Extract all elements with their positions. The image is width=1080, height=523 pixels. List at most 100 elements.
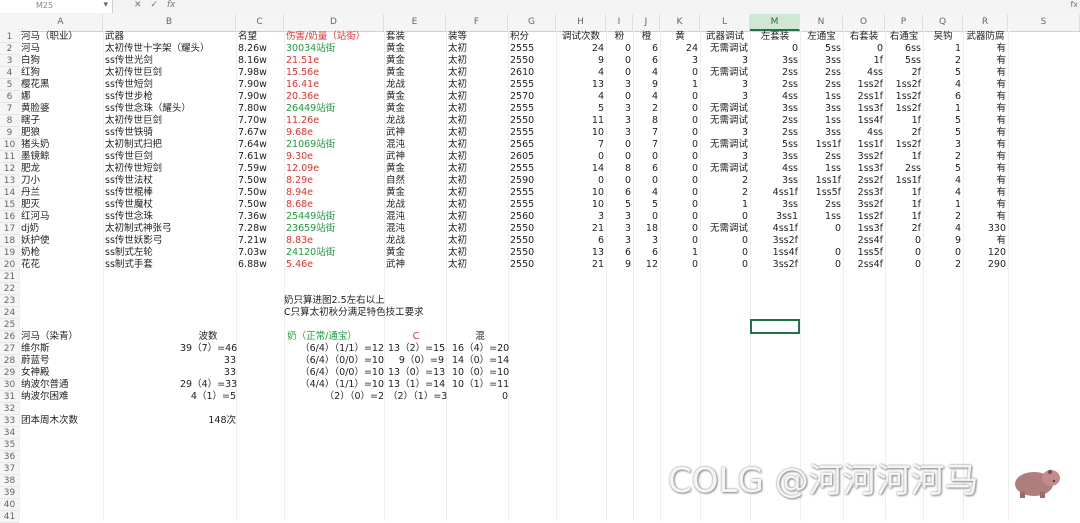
column-header-b[interactable]: B — [103, 14, 236, 31]
active-cell-selection[interactable] — [750, 319, 800, 334]
row-header[interactable]: 41 — [0, 511, 19, 523]
row-header[interactable]: 26 — [0, 331, 19, 343]
table-cell: 4ss — [867, 67, 883, 78]
name-box[interactable]: M25 ▾ — [0, 0, 113, 13]
table-cell: 9 — [624, 259, 631, 270]
row-header[interactable]: 14 — [0, 187, 19, 199]
table-cell: 河马 — [21, 43, 41, 54]
table-cell: 0 — [834, 259, 841, 270]
table-cell: 太初 — [448, 175, 468, 186]
table-cell: 自然 — [386, 175, 406, 186]
column-header-j[interactable]: J — [633, 14, 660, 31]
row-header[interactable]: 30 — [0, 379, 19, 391]
table-cell: 太初 — [448, 223, 468, 234]
row-header[interactable]: 35 — [0, 439, 19, 451]
row-header[interactable]: 13 — [0, 175, 19, 187]
table2-cell: （2）（1）=3 — [388, 391, 448, 402]
row-header[interactable]: 8 — [0, 115, 19, 127]
column-header-l[interactable]: L — [700, 14, 750, 31]
row-header[interactable]: 34 — [0, 427, 19, 439]
table-cell: 积分 — [510, 31, 530, 42]
table-cell: 4 — [954, 175, 961, 186]
table-cell: 太初 — [448, 127, 468, 138]
row-header[interactable]: 4 — [0, 67, 19, 79]
table-cell: 2610 — [510, 67, 535, 78]
confirm-icon[interactable]: ✓ — [150, 0, 158, 10]
row-header[interactable]: 39 — [0, 487, 19, 499]
column-header-r[interactable]: R — [963, 14, 1008, 31]
column-header-a[interactable]: A — [19, 14, 103, 31]
table-cell: 2ss — [825, 199, 841, 210]
table-cell: 0 — [741, 247, 748, 258]
column-header-k[interactable]: K — [660, 14, 700, 31]
row-header[interactable]: 2 — [0, 43, 19, 55]
table-cell: 7.50w — [238, 199, 267, 210]
table-cell: 7.90w — [238, 91, 267, 102]
table-cell: 2555 — [510, 163, 535, 174]
row-header[interactable]: 5 — [0, 79, 19, 91]
row-header[interactable]: 12 — [0, 163, 19, 175]
grid-line — [19, 31, 20, 521]
cancel-icon[interactable]: ✕ — [134, 0, 142, 10]
table-cell: 7.90w — [238, 79, 267, 90]
row-header[interactable]: 37 — [0, 463, 19, 475]
row-header[interactable]: 9 — [0, 127, 19, 139]
column-header-e[interactable]: E — [384, 14, 446, 31]
row-header[interactable]: 3 — [0, 55, 19, 67]
row-header[interactable]: 18 — [0, 235, 19, 247]
chevron-down-icon[interactable]: ▾ — [103, 0, 108, 10]
row-header[interactable]: 24 — [0, 307, 19, 319]
column-header-n[interactable]: N — [800, 14, 843, 31]
row-header[interactable]: 28 — [0, 355, 19, 367]
grid-line — [800, 31, 801, 521]
table-cell: 2ss — [825, 79, 841, 90]
table-cell: 0 — [834, 223, 841, 234]
row-header[interactable]: 15 — [0, 199, 19, 211]
row-header[interactable]: 25 — [0, 319, 19, 331]
row-header[interactable]: 36 — [0, 451, 19, 463]
column-header-o[interactable]: O — [843, 14, 885, 31]
column-header-m[interactable]: M — [750, 14, 800, 31]
row-header[interactable]: 10 — [0, 139, 19, 151]
row-header[interactable]: 38 — [0, 475, 19, 487]
table-cell: ss传世棍棒 — [105, 187, 153, 198]
column-header-c[interactable]: C — [236, 14, 284, 31]
row-header[interactable]: 6 — [0, 91, 19, 103]
row-header[interactable]: 32 — [0, 403, 19, 415]
row-header[interactable]: 11 — [0, 151, 19, 163]
row-header[interactable]: 31 — [0, 391, 19, 403]
row-header[interactable]: 23 — [0, 295, 19, 307]
row-header[interactable]: 40 — [0, 499, 19, 511]
table-cell: 1ss4f — [857, 115, 883, 126]
table-cell: 1 — [741, 199, 748, 210]
table-cell: 混沌 — [386, 211, 406, 222]
row-header[interactable]: 22 — [0, 283, 19, 295]
row-header[interactable]: 27 — [0, 343, 19, 355]
table-cell: 丹兰 — [21, 187, 41, 198]
column-header-h[interactable]: H — [556, 14, 606, 31]
fx-icon[interactable]: fx — [167, 0, 176, 10]
column-header-f[interactable]: F — [446, 14, 508, 31]
row-header[interactable]: 19 — [0, 247, 19, 259]
table-cell: 5 — [651, 199, 658, 210]
table-cell: 墨镜鲸 — [21, 151, 50, 162]
row-header[interactable]: 21 — [0, 271, 19, 283]
column-header-s[interactable]: S — [1008, 14, 1080, 31]
column-header-i[interactable]: I — [606, 14, 633, 31]
row-header[interactable]: 29 — [0, 367, 19, 379]
row-header[interactable]: 33 — [0, 415, 19, 427]
column-header-q[interactable]: Q — [923, 14, 963, 31]
column-header-p[interactable]: P — [885, 14, 923, 31]
table-cell: 3 — [691, 55, 698, 66]
table-cell: 3 — [597, 211, 604, 222]
column-header-d[interactable]: D — [284, 14, 384, 31]
row-header[interactable]: 17 — [0, 223, 19, 235]
row-header[interactable]: 1 — [0, 31, 19, 43]
table2-cell: 10（1）=11 — [452, 379, 510, 390]
row-header[interactable]: 20 — [0, 259, 19, 271]
table-cell: ss传世巨剑 — [105, 151, 153, 162]
row-header[interactable]: 16 — [0, 211, 19, 223]
row-header[interactable]: 7 — [0, 103, 19, 115]
column-header-g[interactable]: G — [508, 14, 556, 31]
table-cell: 3 — [741, 79, 748, 90]
